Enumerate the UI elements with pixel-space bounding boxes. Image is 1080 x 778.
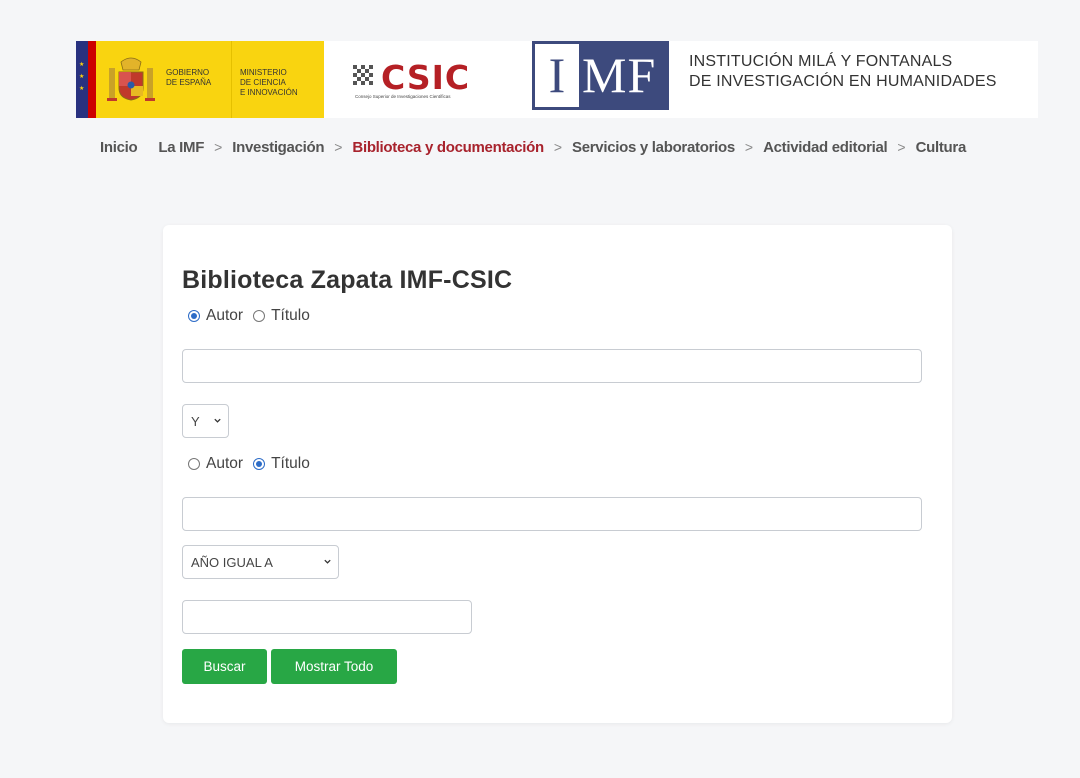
gobierno-text: Gobierno de España bbox=[166, 68, 212, 87]
chevron-down-icon bbox=[324, 559, 331, 564]
imf-letter-i: I bbox=[548, 47, 566, 103]
search-input-1[interactable] bbox=[182, 349, 922, 383]
nav-separator: > bbox=[214, 139, 223, 155]
institution-line-1: INSTITUCIÓN MILÁ Y FONTANALS bbox=[689, 53, 953, 70]
nav-item-biblioteca[interactable]: Biblioteca y documentación bbox=[352, 139, 544, 156]
nav-separator: > bbox=[553, 139, 563, 155]
main-nav: Inicio La IMF > Investigación > Bibliote… bbox=[100, 136, 966, 158]
institution-name: INSTITUCIÓN MILÁ Y FONTANALS DE INVESTIG… bbox=[689, 52, 997, 92]
csic-emblem-icon bbox=[353, 65, 373, 85]
radio-titulo-1[interactable] bbox=[253, 310, 266, 322]
search-input-2[interactable] bbox=[182, 497, 922, 531]
gobierno-ministerio-logo[interactable]: ★ ★ ★ Gobierno de España Ministerio de Cie… bbox=[76, 41, 324, 118]
ministerio-text: Ministerio de Ciencia e Innovación bbox=[240, 68, 298, 97]
nav-item-actividad-editorial[interactable]: Actividad editorial bbox=[763, 139, 888, 156]
nav-item-la-imf[interactable]: La IMF bbox=[158, 139, 204, 156]
eu-flag-strip: ★ ★ ★ bbox=[76, 41, 96, 118]
year-condition-select[interactable]: AÑO IGUAL A bbox=[182, 545, 339, 579]
radio-autor-2[interactable] bbox=[188, 458, 200, 470]
page-title: Biblioteca Zapata IMF-CSIC bbox=[182, 266, 513, 294]
show-all-button[interactable]: Mostrar Todo bbox=[271, 649, 397, 684]
radio-titulo-2-label[interactable]: Título bbox=[271, 455, 310, 473]
nav-item-servicios[interactable]: Servicios y laboratorios bbox=[572, 139, 735, 156]
imf-logo[interactable]: I MF bbox=[532, 41, 669, 110]
header-banner: ★ ★ ★ Gobierno de España Ministerio de Cie… bbox=[76, 41, 1038, 118]
institution-line-2: DE INVESTIGACIÓN EN HUMANIDADES bbox=[689, 73, 997, 90]
nav-item-inicio[interactable]: Inicio bbox=[100, 139, 138, 156]
chevron-down-icon bbox=[214, 418, 221, 423]
radio-autor-1[interactable] bbox=[188, 310, 200, 322]
year-input[interactable] bbox=[182, 600, 472, 634]
radio-titulo-1-label[interactable]: Título bbox=[271, 307, 310, 325]
search-field-1-type: Autor Título bbox=[188, 306, 320, 326]
gov-divider bbox=[231, 41, 232, 118]
imf-letters-mf: MF bbox=[582, 47, 657, 103]
spain-coat-of-arms-icon bbox=[107, 57, 155, 101]
nav-item-investigacion[interactable]: Investigación bbox=[232, 139, 324, 156]
search-field-2-type: Autor Título bbox=[188, 454, 320, 474]
operator-select-value: Y bbox=[191, 413, 200, 429]
csic-wordmark: CSIC bbox=[381, 58, 471, 97]
nav-separator: > bbox=[744, 139, 754, 155]
nav-separator: > bbox=[334, 139, 343, 155]
search-button[interactable]: Buscar bbox=[182, 649, 267, 684]
operator-select[interactable]: Y bbox=[182, 404, 229, 438]
radio-titulo-2[interactable] bbox=[253, 458, 266, 470]
csic-logo[interactable]: CSIC Consejo Superior de Investigaciones… bbox=[351, 60, 499, 100]
nav-item-cultura[interactable]: Cultura bbox=[916, 139, 967, 156]
radio-autor-1-label[interactable]: Autor bbox=[206, 307, 243, 325]
nav-separator: > bbox=[897, 139, 906, 155]
search-card: Biblioteca Zapata IMF-CSIC Autor Título … bbox=[163, 225, 952, 723]
csic-subtitle: Consejo Superior de Investigaciones Cien… bbox=[355, 94, 451, 99]
year-condition-value: AÑO IGUAL A bbox=[191, 554, 273, 570]
radio-autor-2-label[interactable]: Autor bbox=[206, 455, 243, 473]
